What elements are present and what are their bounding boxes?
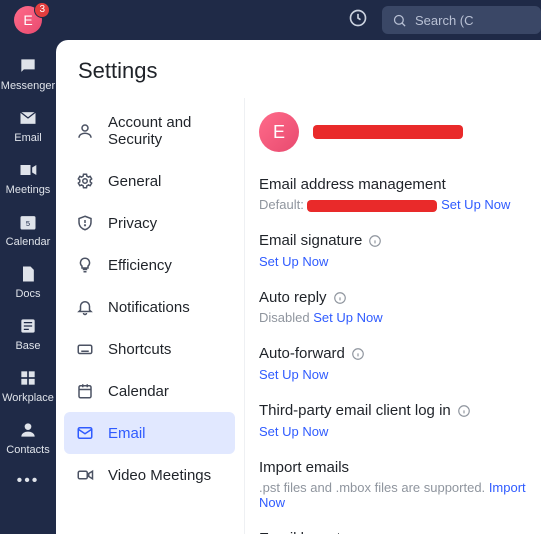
info-icon[interactable] (351, 347, 365, 361)
redacted-email (307, 200, 437, 212)
section-title: Auto reply (259, 289, 327, 306)
profile-row: E (259, 112, 527, 152)
nav-label: Calendar (108, 383, 169, 400)
section-autoforward: Auto-forward Set Up Now (259, 345, 527, 382)
nav-label: Notifications (108, 299, 190, 316)
rail-item-docs[interactable]: Docs (0, 256, 56, 308)
section-title: Auto-forward (259, 345, 345, 362)
mail-icon (18, 108, 38, 128)
docs-icon (18, 264, 38, 284)
section-title: Email address management (259, 176, 527, 193)
nav-item-calendar[interactable]: Calendar (64, 370, 235, 412)
rail-item-calendar[interactable]: 5 Calendar (0, 204, 56, 256)
mail-icon (76, 424, 94, 442)
calendar-icon (76, 382, 94, 400)
video-icon (18, 160, 38, 180)
section-title: Import emails (259, 459, 527, 476)
svg-text:5: 5 (26, 219, 30, 228)
nav-label: General (108, 173, 161, 190)
rail-label: Calendar (6, 236, 51, 248)
section-layout: Email layout (259, 530, 527, 534)
info-icon[interactable] (333, 291, 347, 305)
setup-link[interactable]: Set Up Now (441, 197, 510, 212)
nav-item-notifications[interactable]: Notifications (64, 286, 235, 328)
nav-item-email[interactable]: Email (64, 412, 235, 454)
person-icon (76, 122, 94, 140)
grid-icon (18, 368, 38, 388)
info-icon[interactable] (368, 234, 382, 248)
section-title: Third-party email client log in (259, 402, 451, 419)
avatar-letter: E (273, 122, 285, 143)
chat-icon (18, 56, 38, 76)
import-sub: .pst files and .mbox files are supported… (259, 480, 485, 495)
calendar-icon: 5 (18, 212, 38, 232)
bell-icon (76, 298, 94, 316)
nav-label: Efficiency (108, 257, 172, 274)
nav-item-privacy[interactable]: Privacy (64, 202, 235, 244)
info-icon[interactable] (457, 404, 471, 418)
rail-label: Email (14, 132, 42, 144)
nav-item-video-meetings[interactable]: Video Meetings (64, 454, 235, 496)
nav-label: Account and Security (108, 114, 223, 148)
gear-icon (76, 172, 94, 190)
profile-avatar[interactable]: E 3 (14, 6, 42, 34)
settings-panel: E Email address management Default: Set … (244, 98, 541, 534)
notification-badge: 3 (34, 2, 50, 18)
section-title: Email signature (259, 232, 362, 249)
section-import: Import emails .pst files and .mbox files… (259, 459, 527, 510)
settings-card: Settings Account and Security General Pr… (56, 40, 541, 534)
rail-label: Docs (15, 288, 40, 300)
section-signature: Email signature Set Up Now (259, 232, 527, 269)
section-title: Email layout (259, 530, 527, 534)
left-rail: E 3 Messenger Email Meetings 5 Calenda (0, 0, 56, 534)
bulb-icon (76, 256, 94, 274)
nav-label: Video Meetings (108, 467, 211, 484)
nav-label: Email (108, 425, 146, 442)
rail-label: Base (15, 340, 40, 352)
rail-label: Workplace (2, 392, 54, 404)
nav-item-account[interactable]: Account and Security (64, 102, 235, 160)
settings-nav: Account and Security General Privacy Eff… (56, 98, 244, 534)
nav-item-efficiency[interactable]: Efficiency (64, 244, 235, 286)
section-thirdparty: Third-party email client log in Set Up N… (259, 402, 527, 439)
setup-link[interactable]: Set Up Now (259, 424, 328, 439)
avatar-letter: E (23, 12, 32, 28)
base-icon (18, 316, 38, 336)
rail-label: Contacts (6, 444, 49, 456)
rail-label: Messenger (1, 80, 55, 92)
nav-label: Shortcuts (108, 341, 171, 358)
rail-item-meetings[interactable]: Meetings (0, 152, 56, 204)
rail-item-workplace[interactable]: Workplace (0, 360, 56, 412)
nav-item-shortcuts[interactable]: Shortcuts (64, 328, 235, 370)
default-label: Default: (259, 197, 304, 212)
rail-label: Meetings (6, 184, 51, 196)
section-autoreply: Auto reply Disabled Set Up Now (259, 289, 527, 325)
keyboard-icon (76, 340, 94, 358)
setup-link[interactable]: Set Up Now (313, 310, 382, 325)
section-email-management: Email address management Default: Set Up… (259, 176, 527, 212)
redacted-name (313, 125, 463, 139)
rail-item-email[interactable]: Email (0, 100, 56, 152)
rail-item-contacts[interactable]: Contacts (0, 412, 56, 464)
rail-item-messenger[interactable]: Messenger (0, 48, 56, 100)
rail-item-base[interactable]: Base (0, 308, 56, 360)
section-sub: Default: Set Up Now (259, 197, 527, 212)
rail-more-button[interactable]: ••• (17, 466, 40, 496)
nav-label: Privacy (108, 215, 157, 232)
nav-item-general[interactable]: General (64, 160, 235, 202)
setup-link[interactable]: Set Up Now (259, 254, 328, 269)
setup-link[interactable]: Set Up Now (259, 367, 328, 382)
contacts-icon (18, 420, 38, 440)
profile-avatar-large[interactable]: E (259, 112, 299, 152)
status-text: Disabled (259, 310, 310, 325)
video-icon (76, 466, 94, 484)
shield-icon (76, 214, 94, 232)
page-title: Settings (56, 40, 541, 98)
